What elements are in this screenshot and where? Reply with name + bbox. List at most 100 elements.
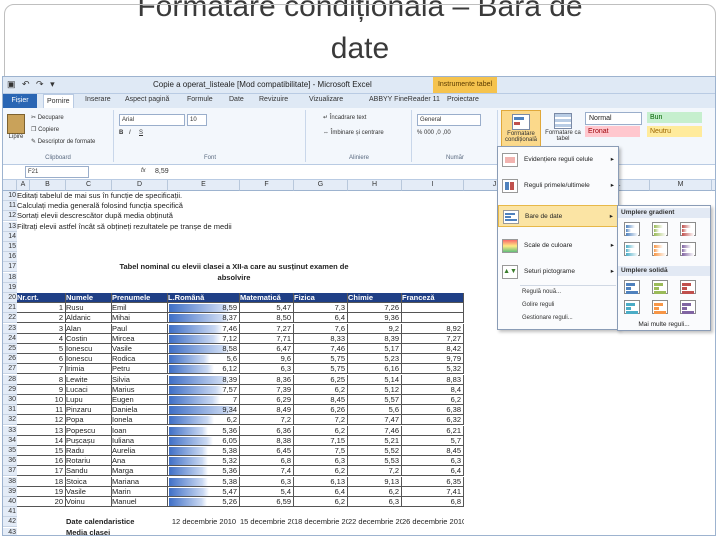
quick-access-toolbar[interactable]: ▣ ↶ ↷ ▾ xyxy=(7,79,57,90)
cell-nume[interactable]: Aldanic xyxy=(66,313,112,324)
cell-matematica[interactable]: 6,59 xyxy=(240,497,294,507)
cell-romana[interactable]: 6,2 xyxy=(168,415,240,426)
instruction-text[interactable]: Filtrați elevii astfel încât să obțineți… xyxy=(17,222,402,232)
column-header[interactable]: B xyxy=(30,180,66,191)
row-header[interactable]: 42 xyxy=(3,517,17,528)
cell-romana[interactable]: 7 xyxy=(168,395,240,405)
row-header[interactable]: 10 xyxy=(3,191,17,201)
cell-prenume[interactable]: Rodica xyxy=(112,354,168,365)
cell-prenume[interactable]: Marin xyxy=(112,486,168,497)
cell-prenume[interactable]: Marga xyxy=(112,466,168,477)
cell-matematica[interactable]: 6,3 xyxy=(240,364,294,375)
cell-chimie[interactable]: 9,13 xyxy=(348,476,402,487)
cell-matematica[interactable]: 7,4 xyxy=(240,466,294,477)
cell-nr[interactable]: 5 xyxy=(17,344,66,354)
cell-chimie[interactable]: 5,52 xyxy=(348,446,402,456)
more-rules-item[interactable]: Mai multe reguli... xyxy=(618,321,710,328)
cell-chimie[interactable]: 5,57 xyxy=(348,395,402,405)
cell-chimie[interactable]: 5,14 xyxy=(348,374,402,385)
tab-view[interactable]: Vizualizare xyxy=(309,96,343,103)
tab-page-layout[interactable]: Aspect pagină xyxy=(125,96,169,103)
table-header-cell[interactable]: Nr.crt. xyxy=(17,293,66,303)
row-header[interactable]: 26 xyxy=(3,354,17,365)
wrap-text-button[interactable]: ↵ Încadrare text xyxy=(323,114,366,121)
cell-franceza[interactable] xyxy=(402,303,464,314)
row-header[interactable]: 27 xyxy=(3,364,17,375)
row-header[interactable]: 34 xyxy=(3,435,17,446)
cell-franceza[interactable]: 6,32 xyxy=(402,415,464,426)
column-header[interactable]: G xyxy=(294,180,348,191)
cell-nume[interactable]: Stoica xyxy=(66,476,112,487)
cell-matematica[interactable]: 8,38 xyxy=(240,435,294,446)
cell-chimie[interactable]: 5,6 xyxy=(348,405,402,416)
cell-franceza[interactable]: 8,42 xyxy=(402,344,464,354)
fx-icon[interactable]: fx xyxy=(141,168,146,174)
solid-data-bar-option[interactable] xyxy=(624,280,640,294)
cell-romana[interactable]: 8,39 xyxy=(168,374,240,385)
cell-prenume[interactable]: Mariana xyxy=(112,476,168,487)
cell-matematica[interactable]: 6,36 xyxy=(240,425,294,436)
number-format-box[interactable]: General xyxy=(417,114,481,126)
row-header[interactable]: 43 xyxy=(3,527,17,535)
cell-fizica[interactable]: 6,25 xyxy=(294,374,348,385)
cell-nume[interactable]: Voinu xyxy=(66,497,112,507)
cell-fizica[interactable]: 5,75 xyxy=(294,364,348,375)
cell-fizica[interactable]: 8,33 xyxy=(294,333,348,344)
cell-prenume[interactable]: Ana xyxy=(112,456,168,467)
cell-chimie[interactable]: 6,3 xyxy=(348,497,402,507)
cell-matematica[interactable]: 5,4 xyxy=(240,486,294,497)
cell-romana[interactable]: 5,36 xyxy=(168,466,240,477)
tab-data[interactable]: Date xyxy=(229,96,244,103)
cell-fizica[interactable]: 7,46 xyxy=(294,344,348,354)
solid-data-bar-option[interactable] xyxy=(624,300,640,314)
table-header-cell[interactable]: Franceză xyxy=(402,293,464,303)
row-header[interactable]: 35 xyxy=(3,446,17,456)
cell-matematica[interactable]: 8,36 xyxy=(240,374,294,385)
table-header-cell[interactable]: Matematică xyxy=(240,293,294,303)
cell-nume[interactable]: Lewite xyxy=(66,374,112,385)
style-normal[interactable]: Normal xyxy=(585,112,642,125)
tab-abbyy[interactable]: ABBYY FineReader 11 xyxy=(369,96,440,103)
menu-item-icon-sets[interactable]: ▲▼ Seturi pictograme ▸ xyxy=(498,261,618,283)
clear-rules-item[interactable]: Golire reguli xyxy=(522,302,554,308)
column-header[interactable]: N xyxy=(712,180,715,191)
cell-fizica[interactable]: 7,6 xyxy=(294,323,348,334)
tab-review[interactable]: Revizuire xyxy=(259,96,288,103)
cell-prenume[interactable]: Ioan xyxy=(112,425,168,436)
cell-nume[interactable]: Alan xyxy=(66,323,112,334)
cell-prenume[interactable]: Daniela xyxy=(112,405,168,416)
row-header[interactable]: 24 xyxy=(3,333,17,344)
cell-romana[interactable]: 5,32 xyxy=(168,456,240,467)
cell-matematica[interactable]: 7,39 xyxy=(240,384,294,395)
row-header[interactable]: 20 xyxy=(3,293,17,303)
cell-prenume[interactable]: Vasile xyxy=(112,344,168,354)
cell-matematica[interactable]: 6,8 xyxy=(240,456,294,467)
font-size-box[interactable]: 10 xyxy=(187,114,207,126)
cell-nume[interactable]: Vasile xyxy=(66,486,112,497)
cell-romana[interactable]: 5,36 xyxy=(168,425,240,436)
cell-nr[interactable]: 17 xyxy=(17,466,66,477)
column-header[interactable]: E xyxy=(168,180,240,191)
cell-nume[interactable]: Sandu xyxy=(66,466,112,477)
cell-chimie[interactable]: 6,16 xyxy=(348,364,402,375)
cell-prenume[interactable]: Paul xyxy=(112,323,168,334)
style-neutral[interactable]: Neutru xyxy=(647,126,702,137)
cell-nume[interactable]: Ionescu xyxy=(66,354,112,365)
style-bad[interactable]: Eronat xyxy=(585,126,640,137)
instruction-text[interactable]: Editați tabelul de mai sus în funcție de… xyxy=(17,191,402,201)
cell-nr[interactable]: 15 xyxy=(17,446,66,456)
cell-romana[interactable]: 9,34 xyxy=(168,405,240,416)
row-header[interactable]: 22 xyxy=(3,313,17,324)
cell-matematica[interactable]: 9,6 xyxy=(240,354,294,365)
manage-rules-item[interactable]: Gestionare reguli... xyxy=(522,315,573,321)
row-header[interactable]: 32 xyxy=(3,415,17,426)
cell-fizica[interactable]: 7,15 xyxy=(294,435,348,446)
date-cell[interactable]: 22 decembrie 2010 xyxy=(348,517,402,527)
cell-nr[interactable]: 4 xyxy=(17,333,66,344)
cell-romana[interactable]: 5,6 xyxy=(168,354,240,365)
cell-nr[interactable]: 18 xyxy=(17,476,66,487)
cell-romana[interactable]: 7,12 xyxy=(168,333,240,344)
cell-fizica[interactable]: 7,5 xyxy=(294,446,348,456)
cell-matematica[interactable]: 6,29 xyxy=(240,395,294,405)
cell-nume[interactable]: Costin xyxy=(66,333,112,344)
